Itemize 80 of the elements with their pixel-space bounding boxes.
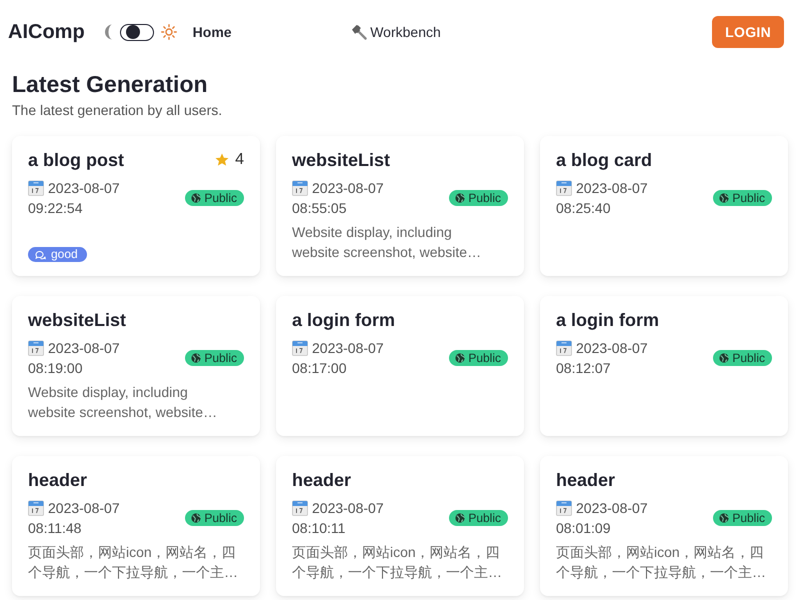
star-count: 4	[235, 150, 244, 170]
card-title: a login form	[556, 309, 659, 332]
created-time: 08:25:40	[556, 199, 610, 218]
visibility-label: Public	[732, 350, 765, 366]
globe-icon	[191, 353, 202, 363]
card-description: 页面头部，网站icon，网站名，四个导航，一个下拉导航，一个主…	[28, 543, 238, 582]
card-title: a blog card	[556, 149, 652, 172]
created-date: 2023-08-07	[48, 179, 120, 198]
globe-icon	[719, 353, 730, 363]
created-time: 08:12:07	[556, 359, 610, 378]
card-title: websiteList	[28, 309, 126, 332]
created-time: 08:01:09	[556, 519, 610, 538]
created-date: 2023-08-07	[576, 339, 648, 358]
generation-card[interactable]: a login form 2023-08-07 08:17:00 Public	[276, 296, 524, 436]
globe-icon	[455, 513, 466, 523]
calendar-icon	[28, 340, 44, 356]
page-title: Latest Generation	[12, 72, 209, 96]
globe-icon	[455, 193, 466, 203]
created-date: 2023-08-07	[576, 179, 648, 198]
generation-card[interactable]: websiteList 2023-08-07 08:55:05 Public Website display, including website screenshot, website…	[276, 136, 524, 276]
calendar-icon	[28, 500, 44, 516]
calendar-icon	[556, 500, 572, 516]
hammer-icon	[351, 24, 368, 40]
created-date: 2023-08-07	[312, 339, 384, 358]
globe-icon	[191, 193, 202, 203]
created-date: 2023-08-07	[48, 339, 120, 358]
visibility-label: Public	[468, 190, 501, 206]
nav-link[interactable]: Home	[190, 18, 234, 46]
visibility-label: Public	[468, 510, 501, 526]
globe-icon	[191, 513, 202, 523]
sun-icon	[160, 24, 177, 40]
created-time: 09:22:54	[28, 199, 82, 218]
visibility-label: Public	[468, 350, 501, 366]
created-date: 2023-08-07	[576, 499, 648, 518]
created-date: 2023-08-07	[312, 179, 384, 198]
page-subtitle: The latest generation by all users.	[12, 101, 224, 120]
card-title: websiteList	[292, 149, 390, 172]
generation-card[interactable]: a blog post 4 2023-08-07 09:22:54 Public good	[12, 136, 260, 276]
created-time: 08:10:11	[292, 519, 346, 538]
generation-card[interactable]: header 2023-08-07 08:10:11 Public 页面头部，网站icon，网站名，四个导航，一个下拉导航，一个主…	[276, 456, 524, 596]
card-title: a blog post	[28, 149, 124, 172]
globe-icon	[719, 193, 730, 203]
theme-toggle[interactable]	[120, 24, 154, 40]
calendar-icon	[292, 340, 308, 356]
generation-card[interactable]: a blog card 2023-08-07 08:25:40 Public	[540, 136, 788, 276]
visibility-label: Public	[732, 510, 765, 526]
calendar-icon	[556, 180, 572, 196]
globe-icon	[455, 353, 466, 363]
card-title: a login form	[292, 309, 395, 332]
created-date: 2023-08-07	[48, 499, 120, 518]
created-date: 2023-08-07	[312, 499, 384, 518]
globe-icon	[719, 513, 730, 523]
visibility-label: Public	[732, 190, 765, 206]
calendar-icon	[28, 180, 44, 196]
visibility-label: Public	[204, 510, 237, 526]
site-logo[interactable]: AIComp	[8, 20, 85, 44]
card-description: 页面头部，网站icon，网站名，四个导航，一个下拉导航，一个主…	[292, 543, 502, 582]
card-title: header	[556, 469, 616, 492]
generation-card[interactable]: header 2023-08-07 08:01:09 Public 页面头部，网站icon，网站名，四个导航，一个下拉导航，一个主…	[540, 456, 788, 596]
created-time: 08:17:00	[292, 359, 346, 378]
calendar-icon	[292, 500, 308, 516]
card-description: 页面头部，网站icon，网站名，四个导航，一个下拉导航，一个主…	[556, 543, 766, 582]
card-title: header	[292, 469, 352, 492]
tag-label: good	[51, 247, 78, 262]
card-title: header	[28, 469, 88, 492]
calendar-icon	[292, 180, 308, 196]
visibility-label: Public	[204, 350, 237, 366]
generation-card[interactable]: a login form 2023-08-07 08:12:07 Public	[540, 296, 788, 436]
chat-icon	[35, 250, 46, 260]
generation-card[interactable]: header 2023-08-07 08:11:48 Public 页面头部，网站icon，网站名，四个导航，一个下拉导航，一个主…	[12, 456, 260, 596]
nav-link[interactable]: Workbench	[349, 18, 443, 46]
card-description: Website display, including website screenshot, website…	[28, 383, 218, 422]
calendar-icon	[556, 340, 572, 356]
created-time: 08:19:00	[28, 359, 82, 378]
created-time: 08:11:48	[28, 519, 82, 538]
generation-card[interactable]: websiteList 2023-08-07 08:19:00 Public Website display, including website screenshot, website…	[12, 296, 260, 436]
created-time: 08:55:05	[292, 199, 346, 218]
visibility-label: Public	[204, 190, 237, 206]
card-description: Website display, including website screenshot, website…	[292, 223, 482, 262]
star-icon	[215, 153, 230, 167]
